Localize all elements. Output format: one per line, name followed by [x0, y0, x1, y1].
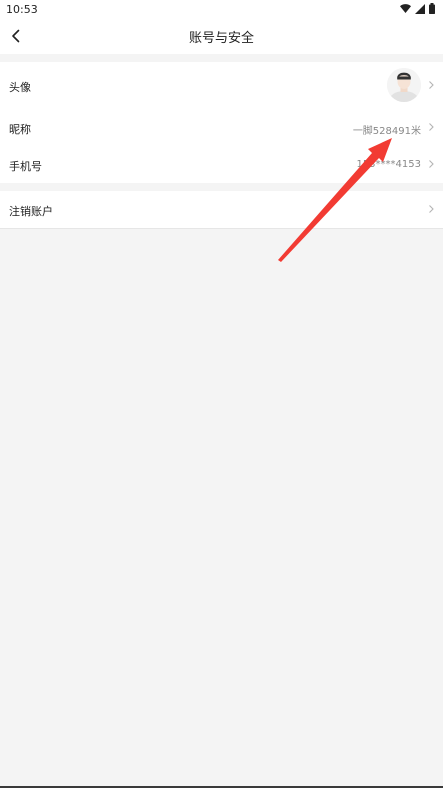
phone-row[interactable]: 手机号 153****4153 [0, 145, 443, 183]
phone-label: 手机号 [9, 160, 42, 173]
avatar-row[interactable]: 头像 [0, 62, 443, 108]
page-title: 账号与安全 [188, 31, 254, 46]
avatar-label: 头像 [9, 81, 31, 94]
avatar-image [387, 68, 421, 102]
account-actions-group: 注销账户 [0, 191, 443, 229]
deactivate-account-row[interactable]: 注销账户 [0, 191, 443, 228]
signal-icon [415, 3, 425, 14]
deactivate-account-label: 注销账户 [9, 205, 53, 218]
chevron-right-icon [429, 205, 434, 213]
nickname-label: 昵称 [9, 123, 31, 136]
nickname-row[interactable]: 昵称 一脚528491米 [0, 108, 443, 145]
wifi-icon [400, 3, 411, 13]
account-info-group: 头像 昵称 一脚528491米 手机号 153****4153 [0, 62, 443, 183]
phone-value: 153****4153 [356, 159, 421, 170]
status-icons [400, 3, 435, 14]
chevron-right-icon [429, 160, 434, 168]
avatar[interactable] [387, 68, 421, 102]
nav-bar: 账号与安全 [0, 18, 443, 54]
chevron-right-icon [429, 81, 434, 89]
battery-icon [429, 3, 435, 14]
nickname-value: 一脚528491米 [352, 126, 421, 137]
status-bar: 10:53 [0, 0, 443, 18]
status-time: 10:53 [6, 3, 38, 16]
chevron-right-icon [429, 123, 434, 131]
